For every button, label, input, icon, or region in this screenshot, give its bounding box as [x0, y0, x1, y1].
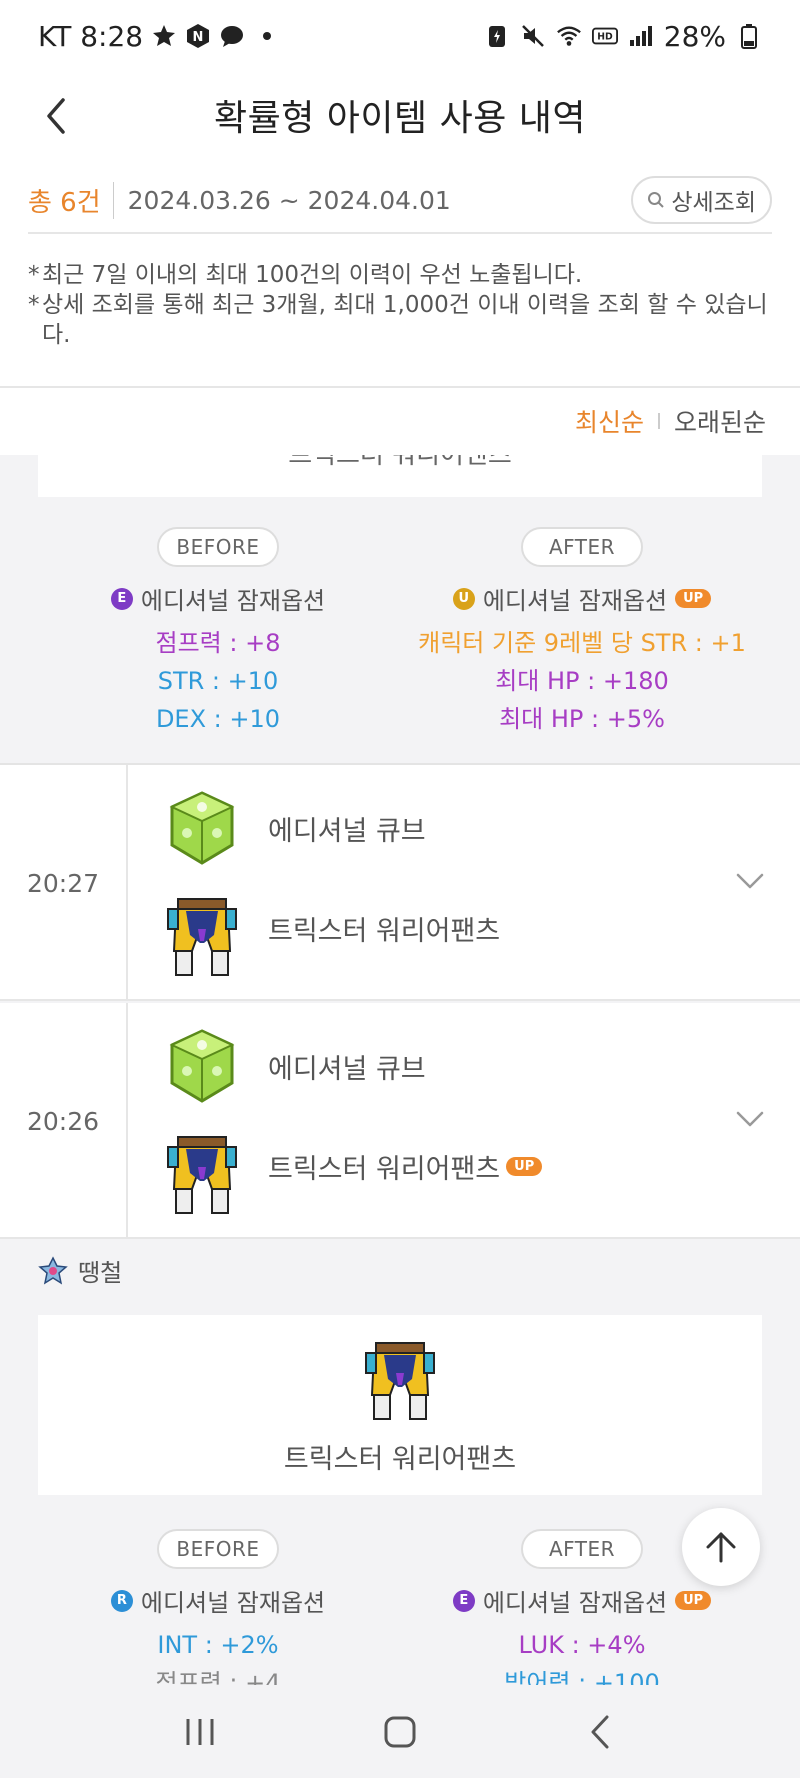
item-name: 트릭스터 워리어팬츠 — [283, 1443, 517, 1475]
total-count: 총 6건 — [28, 181, 114, 219]
option-line: 방어력 : +100 — [504, 1669, 660, 1685]
battery-saver-icon — [484, 23, 510, 49]
chevron-down-icon[interactable] — [730, 1099, 770, 1139]
notice-item: * 최근 7일 이내의 최대 100건의 이력이 우선 노출됩니다. — [28, 262, 583, 288]
additional-cube-icon — [169, 791, 235, 865]
epic-grade-icon: E — [110, 587, 133, 610]
before-column: BEFORE R 에디셔널 잠재옵션 INT : +2% 점프력 : +4 — [38, 1529, 398, 1685]
option-line: 최대 HP : +5% — [499, 705, 665, 733]
epic-grade-icon: E — [452, 1589, 475, 1612]
status-bar: KT 8:28 N HD 28% — [0, 0, 800, 72]
after-label: AFTER — [521, 1529, 643, 1569]
battery-icon — [736, 23, 762, 49]
rare-grade-icon: R — [110, 1589, 133, 1612]
svg-text:N: N — [193, 30, 204, 45]
character-name: 땡철 — [78, 1259, 123, 1287]
row-time: 20:26 — [0, 1003, 128, 1239]
option-line: DEX : +10 — [155, 705, 281, 733]
app-notification-icon — [151, 23, 177, 49]
recent-apps-button[interactable] — [170, 1702, 230, 1762]
grade-row: E 에디셔널 잠재옵션 — [110, 581, 326, 616]
item-name: 트릭스터 워리어팬츠 UP — [268, 1147, 543, 1186]
trickster-pants-icon — [167, 898, 237, 976]
home-button[interactable] — [370, 1702, 430, 1762]
up-badge: UP — [675, 589, 712, 608]
summary-row: 총 6건 2024.03.26 ~ 2024.04.01 상세조회 — [28, 168, 772, 234]
cube-name: 에디셔널 큐브 — [268, 1054, 426, 1085]
option-line: INT : +2% — [157, 1631, 279, 1659]
app-header: 확률형 아이템 사용 내역 — [0, 72, 800, 158]
cube-name: 에디셔널 큐브 — [268, 816, 426, 847]
grade-label: 에디셔널 잠재옵션 — [482, 587, 668, 615]
sort-options: 최신순 오래된순 — [575, 398, 766, 444]
item-name: 트릭스터 워리어팬츠 — [268, 916, 501, 947]
grade-row: U 에디셔널 잠재옵션 UP — [452, 581, 712, 616]
option-line: 캐릭터 기준 9레벨 당 STR : +1 — [418, 629, 746, 657]
system-nav-bar — [0, 1685, 800, 1778]
svg-text:HD: HD — [597, 32, 613, 43]
battery-percent: 28% — [663, 19, 726, 53]
wifi-icon — [556, 23, 582, 49]
system-back-button[interactable] — [570, 1702, 630, 1762]
chat-icon — [219, 23, 245, 49]
option-line: 점프력 : +8 — [155, 629, 281, 657]
character-emblem-icon — [38, 1255, 68, 1285]
mute-icon — [520, 23, 546, 49]
up-badge: UP — [506, 1157, 543, 1176]
history-row[interactable]: 20:27 에디셔널 큐브 트릭스터 워리어팬츠 — [0, 765, 800, 1001]
more-notifications-dot — [263, 32, 272, 40]
carrier-time: KT 8:28 — [38, 19, 144, 53]
signal-icon — [628, 23, 654, 49]
recent-apps-icon — [186, 1718, 214, 1745]
after-label: AFTER — [521, 527, 643, 567]
row-time: 20:27 — [0, 765, 128, 1001]
item-card: 트릭스터 워리어팬츠 — [38, 455, 762, 497]
arrow-up-icon — [706, 1532, 736, 1563]
item-name: 트릭스터 워리어팬츠 — [288, 455, 512, 471]
option-line: 점프력 : +4 — [155, 1669, 281, 1685]
chevron-down-icon[interactable] — [730, 861, 770, 901]
option-line: 최대 HP : +180 — [495, 667, 669, 695]
trickster-pants-icon — [167, 1136, 237, 1214]
grade-label: 에디셔널 잠재옵션 — [140, 1589, 326, 1617]
detail-search-label: 상세조회 — [671, 190, 756, 216]
expanded-detail: 트릭스터 워리어팬츠 BEFORE E 에디셔널 잠재옵션 점프력 : +8 S… — [0, 455, 800, 765]
back-arrow-icon — [47, 98, 65, 134]
unique-grade-icon: U — [452, 587, 475, 610]
before-label: BEFORE — [157, 527, 279, 567]
notice-list: * 최근 7일 이내의 최대 100건의 이력이 우선 노출됩니다. * 상세 조회… — [28, 260, 778, 350]
sort-newest[interactable]: 최신순 — [575, 403, 644, 439]
home-icon — [384, 1716, 416, 1747]
expanded-detail: 땡철 트릭스터 워리어팬츠 BEFORE R 에디셔널 잠재옵션 INT : +… — [0, 1239, 800, 1685]
divider — [0, 386, 800, 388]
notice-item: * 상세 조회를 통해 최근 3개월, 최대 1,000건 이내 이력을 조회 할… — [28, 292, 768, 348]
trickster-pants-icon — [365, 1341, 435, 1420]
back-button[interactable] — [28, 88, 84, 144]
after-column: AFTER U 에디셔널 잠재옵션 UP 캐릭터 기준 9레벨 당 STR : … — [402, 527, 762, 738]
character-row: 땡철 — [38, 1253, 122, 1288]
history-row[interactable]: 20:26 에디셔널 큐브 트릭스터 워리어팬츠 UP — [0, 1003, 800, 1239]
sort-separator — [657, 413, 660, 429]
date-range: 2024.03.26 ~ 2024.04.01 — [127, 185, 451, 215]
grade-row: E 에디셔널 잠재옵션 UP — [452, 1583, 712, 1618]
history-list[interactable]: 트릭스터 워리어팬츠 BEFORE E 에디셔널 잠재옵션 점프력 : +8 S… — [0, 455, 800, 1685]
scroll-to-top-button[interactable] — [682, 1508, 760, 1586]
before-column: BEFORE E 에디셔널 잠재옵션 점프력 : +8 STR : +10 DE… — [38, 527, 398, 738]
additional-cube-icon — [169, 1029, 235, 1103]
up-badge: UP — [675, 1591, 712, 1610]
item-card: 트릭스터 워리어팬츠 — [38, 1315, 762, 1495]
sort-oldest[interactable]: 오래된순 — [674, 403, 766, 439]
option-line: STR : +10 — [157, 667, 279, 695]
grade-label: 에디셔널 잠재옵션 — [140, 587, 326, 615]
detail-search-button[interactable]: 상세조회 — [631, 176, 772, 224]
before-label: BEFORE — [157, 1529, 279, 1569]
naver-icon: N — [185, 23, 211, 49]
search-icon — [648, 192, 665, 208]
grade-label: 에디셔널 잠재옵션 — [482, 1589, 668, 1617]
hd-voice-icon: HD — [591, 23, 618, 49]
grade-row: R 에디셔널 잠재옵션 — [110, 1583, 326, 1618]
page-title: 확률형 아이템 사용 내역 — [213, 98, 587, 139]
back-icon — [591, 1715, 609, 1748]
option-line: LUK : +4% — [518, 1631, 646, 1659]
